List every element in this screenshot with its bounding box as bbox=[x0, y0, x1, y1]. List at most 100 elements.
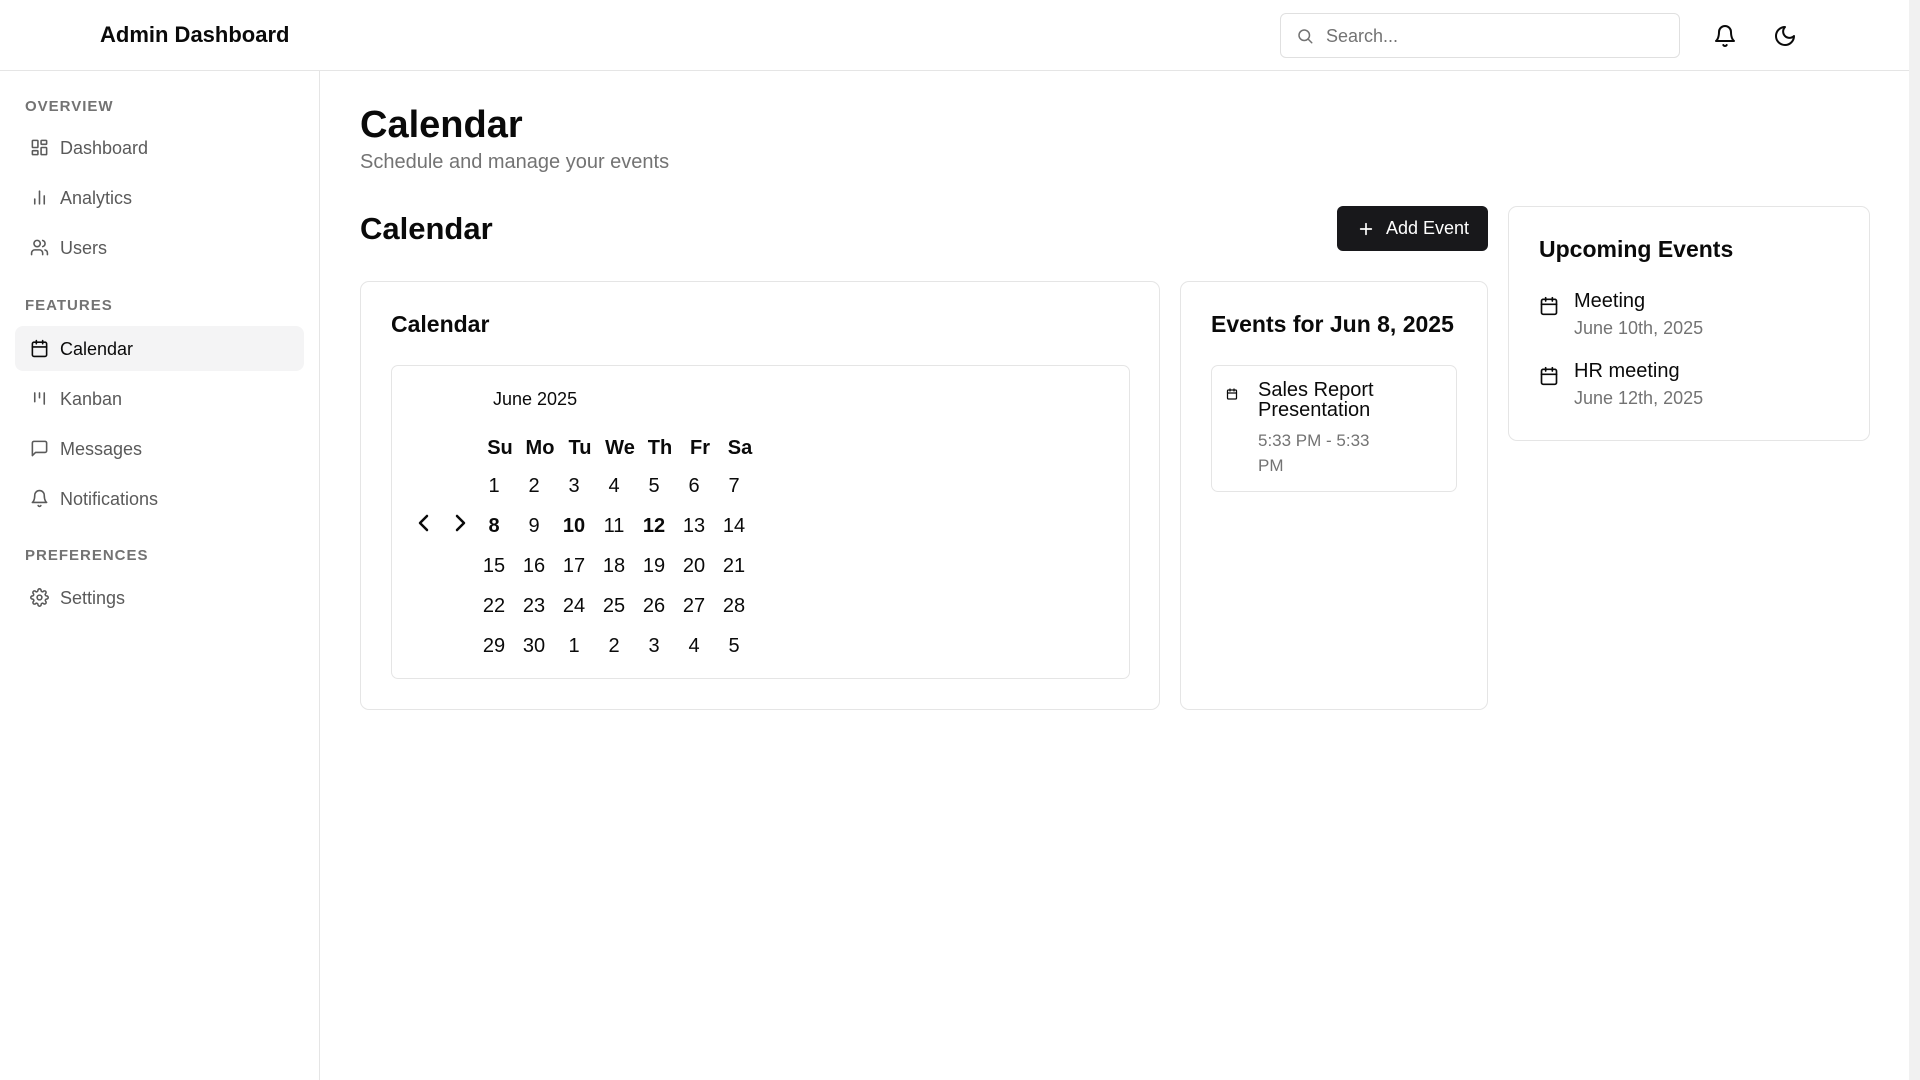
calendar-icon bbox=[1539, 366, 1559, 386]
weekday-saturday: Sa bbox=[727, 437, 753, 459]
search-input[interactable] bbox=[1326, 22, 1666, 50]
events-card-title: Events for Jun 8, 2025 bbox=[1211, 311, 1454, 337]
event-time: 5:33 PM - 5:33 PM bbox=[1258, 431, 1370, 475]
calendar-card-title: Calendar bbox=[391, 311, 490, 337]
upcoming-event-item[interactable]: Meeting June 10th, 2025 bbox=[1539, 289, 1839, 345]
calendar-day[interactable]: 3 bbox=[634, 630, 674, 662]
calendar-day[interactable]: 13 bbox=[674, 510, 714, 542]
weekday-friday: Fr bbox=[690, 437, 710, 459]
moon-icon bbox=[1773, 24, 1797, 48]
theme-toggle-button[interactable] bbox=[1768, 19, 1802, 53]
calendar-day[interactable]: 7 bbox=[714, 470, 754, 502]
bell-icon bbox=[1713, 24, 1737, 48]
page-subtitle: Schedule and manage your events bbox=[360, 151, 670, 173]
event-name: Sales Report Presentation bbox=[1258, 379, 1374, 421]
upcoming-event-item[interactable]: HR meeting June 12th, 2025 bbox=[1539, 359, 1839, 415]
event-item[interactable]: Sales Report Presentation 5:33 PM - 5:33… bbox=[1211, 365, 1457, 492]
message-square-icon bbox=[30, 439, 49, 458]
calendar-day[interactable]: 1 bbox=[474, 470, 514, 502]
calendar-day[interactable]: 27 bbox=[674, 590, 714, 622]
calendar-day[interactable]: 2 bbox=[514, 470, 554, 502]
next-month-button[interactable] bbox=[448, 511, 472, 535]
calendar-day[interactable]: 4 bbox=[594, 470, 634, 502]
add-event-button[interactable]: Add Event bbox=[1337, 206, 1488, 251]
sidebar-item-label: Analytics bbox=[60, 188, 133, 208]
sidebar-item-label: Messages bbox=[60, 439, 143, 459]
weekday-tuesday: Tu bbox=[568, 437, 592, 459]
sidebar-item-settings[interactable]: Settings bbox=[15, 575, 304, 620]
sidebar-item-label: Dashboard bbox=[60, 138, 149, 158]
calendar-day[interactable]: 14 bbox=[714, 510, 754, 542]
calendar-day[interactable]: 21 bbox=[714, 550, 754, 582]
kanban-icon bbox=[30, 389, 49, 408]
upcoming-card-title: Upcoming Events bbox=[1539, 236, 1734, 262]
search-icon bbox=[1296, 27, 1314, 45]
calendar-day[interactable]: 4 bbox=[674, 630, 714, 662]
calendar-icon bbox=[1226, 388, 1238, 400]
calendar-day[interactable]: 17 bbox=[554, 550, 594, 582]
sidebar: OVERVIEW Dashboard Analytics Users FEATU… bbox=[0, 71, 320, 1080]
section-title: Calendar bbox=[360, 211, 493, 246]
upcoming-event-date: June 10th, 2025 bbox=[1574, 318, 1704, 338]
calendar-day[interactable]: 2 bbox=[594, 630, 634, 662]
sidebar-item-label: Notifications bbox=[60, 489, 159, 509]
sidebar-item-messages[interactable]: Messages bbox=[15, 426, 304, 471]
calendar-day[interactable]: 3 bbox=[554, 470, 594, 502]
sidebar-item-label: Settings bbox=[60, 588, 126, 608]
calendar-day[interactable]: 26 bbox=[634, 590, 674, 622]
calendar-day[interactable]: 8 bbox=[474, 510, 514, 542]
add-event-label: Add Event bbox=[1386, 218, 1470, 238]
calendar-day[interactable]: 24 bbox=[554, 590, 594, 622]
calendar-day[interactable]: 25 bbox=[594, 590, 634, 622]
calendar-day[interactable]: 23 bbox=[514, 590, 554, 622]
sidebar-item-label: Calendar bbox=[60, 339, 134, 359]
sidebar-item-dashboard[interactable]: Dashboard bbox=[15, 125, 304, 170]
calendar-day[interactable]: 6 bbox=[674, 470, 714, 502]
calendar-day[interactable]: 19 bbox=[634, 550, 674, 582]
upcoming-event-name: Meeting bbox=[1574, 290, 1646, 312]
sidebar-item-kanban[interactable]: Kanban bbox=[15, 376, 304, 421]
page-scrollbar[interactable] bbox=[1909, 0, 1920, 1080]
calendar-day[interactable]: 18 bbox=[594, 550, 634, 582]
calendar-day[interactable]: 11 bbox=[594, 510, 634, 542]
sidebar-item-users[interactable]: Users bbox=[15, 225, 304, 270]
top-bar: Admin Dashboard bbox=[0, 0, 1909, 71]
sidebar-item-calendar[interactable]: Calendar bbox=[15, 326, 304, 371]
bell-icon bbox=[30, 489, 49, 508]
calendar-day[interactable]: 10 bbox=[554, 510, 594, 542]
calendar-day[interactable]: 22 bbox=[474, 590, 514, 622]
month-calendar: June 2025 Su Mo Tu We Th Fr Sa 1 2 3 4 5 6 7 8 9 10 11 12… bbox=[391, 365, 1130, 679]
calendar-day[interactable]: 20 bbox=[674, 550, 714, 582]
sidebar-item-analytics[interactable]: Analytics bbox=[15, 175, 304, 220]
chevron-left-icon bbox=[412, 511, 436, 535]
users-icon bbox=[30, 238, 49, 257]
calendar-day[interactable]: 16 bbox=[514, 550, 554, 582]
calendar-day[interactable]: 15 bbox=[474, 550, 514, 582]
sidebar-section-features: FEATURES bbox=[25, 297, 113, 314]
calendar-day[interactable]: 28 bbox=[714, 590, 754, 622]
previous-month-button[interactable] bbox=[412, 511, 436, 535]
month-caption: June 2025 bbox=[493, 389, 578, 409]
calendar-day[interactable]: 1 bbox=[554, 630, 594, 662]
weekday-sunday: Su bbox=[487, 437, 513, 459]
app-title: Admin Dashboard bbox=[100, 22, 290, 47]
sidebar-item-notifications[interactable]: Notifications bbox=[15, 476, 304, 521]
calendar-day[interactable]: 29 bbox=[474, 630, 514, 662]
search-box[interactable] bbox=[1280, 13, 1680, 58]
calendar-day[interactable]: 9 bbox=[514, 510, 554, 542]
chevron-right-icon bbox=[448, 511, 472, 535]
calendar-day[interactable]: 30 bbox=[514, 630, 554, 662]
calendar-icon bbox=[30, 339, 49, 358]
sidebar-section-overview: OVERVIEW bbox=[25, 98, 114, 115]
bar-chart-icon bbox=[30, 188, 49, 207]
weekday-monday: Mo bbox=[525, 437, 555, 459]
upcoming-events-card: Upcoming Events Meeting June 10th, 2025 … bbox=[1508, 206, 1870, 441]
layout-grid-icon bbox=[30, 138, 49, 157]
calendar-day[interactable]: 5 bbox=[714, 630, 754, 662]
calendar-day[interactable]: 12 bbox=[634, 510, 674, 542]
upcoming-event-date: June 12th, 2025 bbox=[1574, 388, 1704, 408]
notifications-button[interactable] bbox=[1708, 19, 1742, 53]
calendar-day[interactable]: 5 bbox=[634, 470, 674, 502]
page-title: Calendar bbox=[360, 104, 523, 146]
gear-icon bbox=[30, 588, 49, 607]
